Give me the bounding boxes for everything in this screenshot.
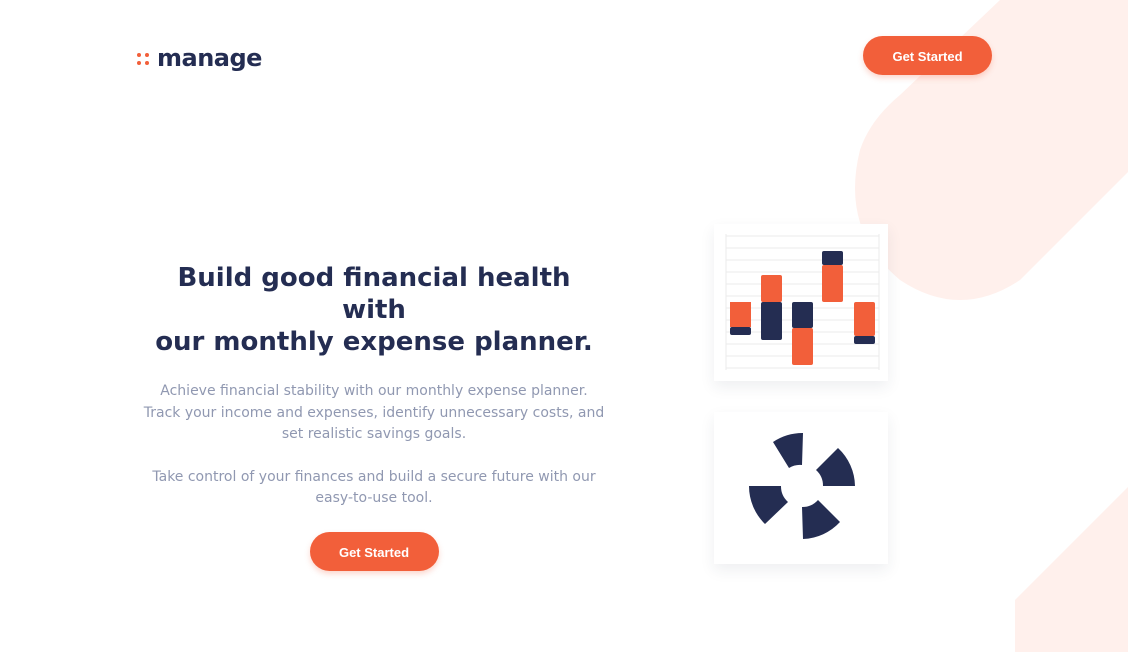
hero-title: Build good financial health with our mon…	[143, 262, 605, 358]
logo-text: manage	[157, 44, 262, 72]
bar-1-orange	[730, 302, 751, 327]
bar-3-navy	[792, 302, 813, 328]
hero-section: Build good financial health with our mon…	[143, 262, 605, 571]
logo-mark	[137, 53, 149, 65]
ring-chart-illustration	[749, 432, 855, 539]
ring-chart-card	[714, 412, 888, 564]
hero-title-line1: Build good financial health with	[177, 263, 571, 325]
bar-2-navy	[761, 302, 782, 340]
hero-get-started-button[interactable]: Get Started	[309, 531, 439, 571]
ring-segment-top	[773, 432, 803, 468]
logo[interactable]: manage	[137, 44, 262, 72]
bar-2-orange	[761, 275, 782, 302]
bar-5-navy	[854, 336, 875, 344]
header-get-started-button[interactable]: Get Started	[863, 36, 992, 75]
ring-segment-left	[749, 486, 788, 524]
hero-paragraph-2: Take control of your finances and build …	[152, 468, 596, 507]
bar-1-navy	[730, 327, 751, 335]
ring-segment-bottom	[802, 500, 840, 539]
bar-4-navy	[822, 251, 843, 265]
bar-5-orange	[854, 302, 875, 336]
ring-segment-right	[816, 448, 855, 486]
hero-title-line2: our monthly expense planner.	[155, 327, 593, 357]
bar-4-orange	[822, 265, 843, 302]
bar-3-orange	[792, 328, 813, 365]
hero-paragraph-1: Achieve financial stability with our mon…	[143, 383, 605, 442]
bar-chart-card	[714, 224, 888, 381]
bar-chart-illustration	[725, 234, 880, 370]
